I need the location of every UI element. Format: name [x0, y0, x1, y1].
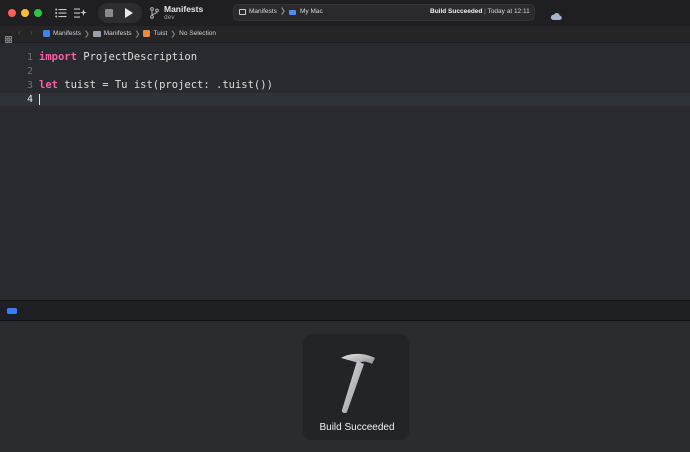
code-text[interactable]: let tuist = Tu ist(project: .tuist())	[39, 79, 273, 92]
jump-bar: ‹ › Manifests ❯ Manifests ❯ Tuist ❯ No S…	[0, 26, 690, 43]
code-text[interactable]: import ProjectDescription	[39, 51, 197, 64]
navigator-icon[interactable]	[55, 6, 67, 20]
scheme-icon	[239, 9, 246, 15]
keyword: import	[39, 51, 77, 63]
scheme-selector[interactable]: Manifests	[249, 8, 277, 15]
branch-icon	[150, 6, 159, 24]
breadcrumb-label: No Selection	[179, 30, 216, 37]
source-editor[interactable]: 1 import ProjectDescription 2 3 let tuis…	[0, 44, 690, 300]
project-icon	[43, 30, 50, 37]
breadcrumb-separator: ❯	[170, 30, 177, 38]
line-number: 3	[26, 80, 33, 91]
scheme-separator: ❯	[280, 8, 286, 15]
line-number: 2	[26, 66, 33, 77]
cloud-icon[interactable]	[550, 8, 562, 21]
destination-selector[interactable]: My Mac	[300, 8, 323, 15]
folder-icon	[92, 30, 101, 37]
forward-button[interactable]: ›	[30, 28, 33, 37]
breadcrumb: Manifests ❯ Manifests ❯ Tuist ❯ No Selec…	[43, 30, 216, 38]
breadcrumb-symbol[interactable]: No Selection	[179, 30, 216, 37]
line-number: 1	[26, 52, 33, 63]
text-cursor	[39, 94, 40, 105]
branch-name[interactable]: dev	[164, 14, 174, 21]
project-name[interactable]: Manifests	[164, 4, 203, 14]
code-rest: tuist = Tu ist(project: .tuist())	[57, 79, 273, 91]
breadcrumb-label: Manifests	[103, 30, 132, 37]
code-rest: ProjectDescription	[76, 51, 198, 63]
related-items-icon[interactable]	[5, 30, 12, 43]
build-succeeded-hud: Build Succeeded	[302, 333, 410, 441]
close-window-button[interactable]	[8, 9, 16, 17]
build-status: Build Succeeded | Today at 12:11	[430, 8, 530, 15]
swift-file-icon	[143, 30, 151, 37]
zoom-window-button[interactable]	[34, 9, 42, 17]
debug-area-toggle-icon[interactable]	[7, 308, 17, 314]
hud-label: Build Succeeded	[319, 422, 395, 433]
toolbar: Manifests dev Manifests ❯ My Mac Build S…	[0, 0, 690, 26]
breadcrumb-label: Tuist	[153, 30, 168, 37]
breadcrumb-separator: ❯	[134, 30, 141, 38]
build-time: Today at 12:11	[487, 8, 530, 15]
breadcrumb-file[interactable]: Tuist	[143, 30, 167, 37]
code-line[interactable]: 2	[0, 65, 690, 78]
mac-icon	[289, 9, 296, 15]
debug-bar	[0, 300, 690, 321]
breadcrumb-project[interactable]: Manifests	[43, 30, 81, 37]
breadcrumb-separator: ❯	[83, 30, 90, 38]
xcode-window: Manifests dev Manifests ❯ My Mac Build S…	[0, 0, 690, 452]
run-controls	[98, 3, 142, 23]
code-line-current[interactable]: 4	[0, 93, 690, 106]
library-icon[interactable]	[74, 6, 87, 20]
breadcrumb-label: Manifests	[53, 30, 81, 37]
line-number: 4	[26, 94, 33, 105]
code-line[interactable]: 3 let tuist = Tu ist(project: .tuist())	[0, 79, 690, 92]
activity-view: Manifests ❯ My Mac Build Succeeded | Tod…	[233, 4, 535, 21]
minimize-window-button[interactable]	[21, 9, 29, 17]
build-status-text: Build Succeeded	[430, 8, 483, 15]
keyword: let	[39, 79, 58, 91]
breadcrumb-folder[interactable]: Manifests	[92, 30, 132, 37]
stop-icon[interactable]	[105, 9, 113, 17]
hammer-icon	[341, 353, 375, 414]
run-icon[interactable]	[125, 8, 133, 18]
back-button[interactable]: ‹	[18, 28, 21, 37]
code-line[interactable]: 1 import ProjectDescription	[0, 51, 690, 64]
